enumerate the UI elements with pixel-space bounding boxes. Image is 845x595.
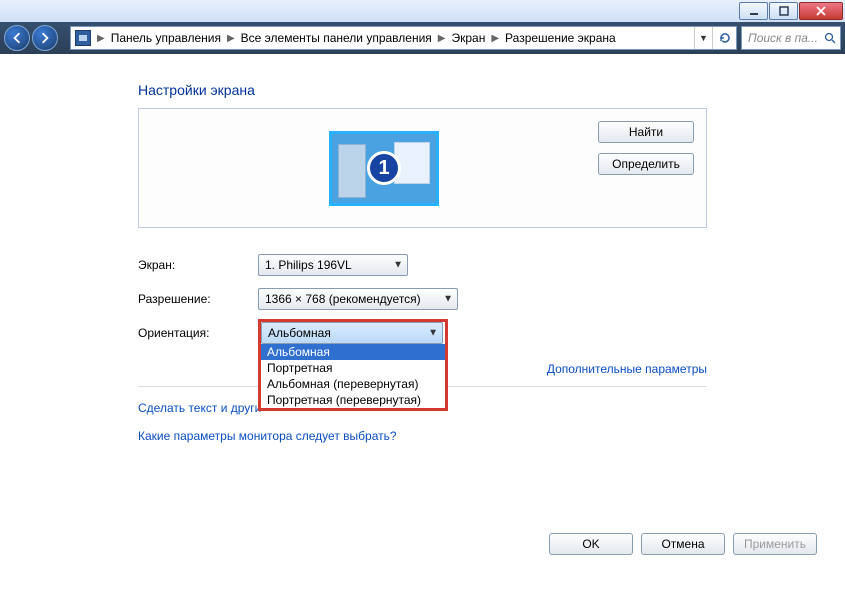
orientation-option[interactable]: Альбомная: [261, 344, 445, 360]
ok-button[interactable]: OK: [549, 533, 633, 555]
orientation-value: Альбомная: [268, 326, 331, 340]
help-link[interactable]: Какие параметры монитора следует выбрать…: [138, 429, 837, 443]
text-size-link[interactable]: Сделать текст и други: [138, 401, 837, 415]
chevron-right-icon: ▶: [436, 33, 448, 44]
search-placeholder: Поиск в па...: [748, 31, 818, 45]
orientation-option[interactable]: Портретная: [261, 360, 445, 376]
breadcrumb-item[interactable]: Панель управления: [107, 31, 225, 45]
chevron-right-icon: ▶: [489, 33, 501, 44]
close-button[interactable]: [799, 2, 843, 20]
address-dropdown-button[interactable]: ▼: [694, 27, 712, 49]
chevron-right-icon: ▶: [95, 33, 107, 44]
address-bar[interactable]: ▶ Панель управления ▶ Все элементы панел…: [70, 26, 737, 50]
breadcrumb-item[interactable]: Разрешение экрана: [501, 31, 620, 45]
orientation-option[interactable]: Портретная (перевернутая): [261, 392, 445, 408]
refresh-button[interactable]: [712, 27, 736, 49]
orientation-dropdown-list: Альбомная Портретная Альбомная (переверн…: [258, 344, 448, 411]
detect-button[interactable]: Найти: [598, 121, 694, 143]
orientation-combobox[interactable]: Альбомная ▼: [261, 322, 443, 344]
apply-button[interactable]: Применить: [733, 533, 817, 555]
minimize-button[interactable]: [739, 2, 768, 20]
display-label: Экран:: [138, 258, 258, 272]
orientation-label: Ориентация:: [138, 326, 258, 340]
chevron-down-icon: ▼: [443, 294, 453, 305]
display-number-badge: 1: [367, 151, 401, 185]
window-titlebar: [0, 0, 845, 22]
chevron-down-icon: ▼: [393, 260, 403, 271]
orientation-option[interactable]: Альбомная (перевернутая): [261, 376, 445, 392]
dialog-buttons: OK Отмена Применить: [549, 533, 817, 555]
display-preview-area: 1 Найти Определить: [138, 108, 707, 228]
search-icon: [820, 32, 840, 44]
page-heading: Настройки экрана: [138, 82, 837, 98]
breadcrumb-item[interactable]: Все элементы панели управления: [237, 31, 436, 45]
breadcrumb-item[interactable]: Экран: [447, 31, 489, 45]
control-panel-icon: [75, 30, 91, 46]
page-body: Настройки экрана 1 Найти Определить Экра…: [0, 54, 845, 583]
chevron-down-icon: ▼: [428, 328, 438, 339]
advanced-settings-link[interactable]: Дополнительные параметры: [547, 362, 707, 376]
cancel-button[interactable]: Отмена: [641, 533, 725, 555]
display-thumbnail[interactable]: 1: [329, 131, 439, 206]
identify-button[interactable]: Определить: [598, 153, 694, 175]
display-value: 1. Philips 196VL: [265, 258, 352, 272]
resolution-combobox[interactable]: 1366 × 768 (рекомендуется) ▼: [258, 288, 458, 310]
resolution-label: Разрешение:: [138, 292, 258, 306]
maximize-button[interactable]: [769, 2, 798, 20]
display-combobox[interactable]: 1. Philips 196VL ▼: [258, 254, 408, 276]
chevron-right-icon: ▶: [225, 33, 237, 44]
back-button[interactable]: [4, 25, 30, 51]
navigation-bar: ▶ Панель управления ▶ Все элементы панел…: [0, 22, 845, 54]
search-input[interactable]: Поиск в па...: [741, 26, 841, 50]
resolution-value: 1366 × 768 (рекомендуется): [265, 292, 421, 306]
forward-button[interactable]: [32, 25, 58, 51]
